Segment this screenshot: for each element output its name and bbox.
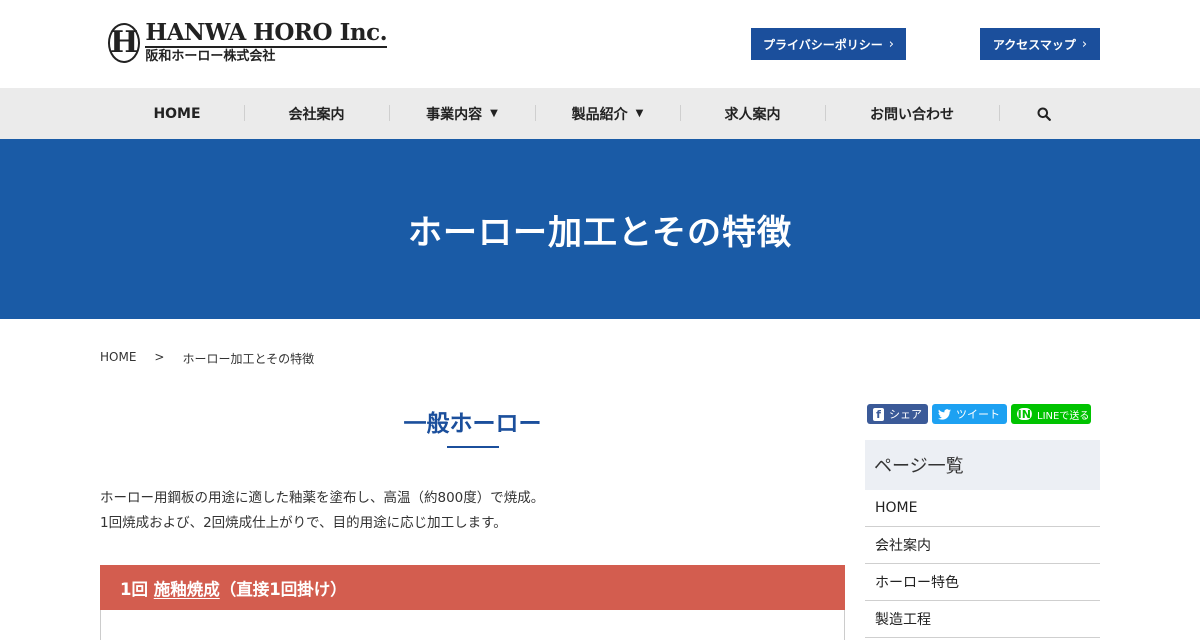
facebook-share-label: シェア (889, 408, 922, 421)
line-icon: LINE (1010, 407, 1039, 421)
chevron-right-icon: › (888, 36, 894, 52)
chevron-right-icon: › (1081, 36, 1088, 52)
logo-english-name: HANWA HORO Inc. (145, 19, 388, 48)
section-header-prefix: 1回 (120, 579, 154, 599)
twitter-bird-icon (938, 408, 951, 420)
site-header: H HANWA HORO Inc. 阪和ホーロー株式会社 プライバシーポリシー … (0, 0, 1200, 88)
nav-item-label: 事業内容 (426, 106, 483, 123)
nav-item-company[interactable]: 会社案内 (244, 88, 389, 139)
nav-item-contact[interactable]: お問い合わせ (825, 88, 999, 139)
line-share-button[interactable]: LINE LINEで送る (1011, 404, 1091, 424)
breadcrumb-home-link[interactable]: HOME (100, 350, 136, 367)
nav-item-label: HOME (153, 105, 201, 122)
breadcrumb: HOME > ホーロー加工とその特徴 (100, 350, 314, 367)
chevron-down-icon: ▼ (490, 108, 498, 119)
twitter-share-label: ツイート (956, 408, 1000, 421)
section-heading: 一般ホーロー (403, 411, 542, 437)
sidebar-item-enamel-features[interactable]: ホーロー特色 (865, 564, 1100, 601)
breadcrumb-separator: > (154, 350, 165, 364)
breadcrumb-current: ホーロー加工とその特徴 (182, 352, 315, 366)
facebook-share-button[interactable]: f シェア (867, 404, 928, 424)
logo-japanese-name: 阪和ホーロー株式会社 (145, 49, 276, 64)
logo-mark: H (108, 23, 141, 63)
search-icon (1037, 107, 1051, 121)
nav-item-products[interactable]: 製品紹介 ▼ (535, 88, 680, 139)
page-hero: ホーロー加工とその特徴 (0, 139, 1200, 319)
section-header-suffix: （直接1回掛け） (219, 579, 347, 599)
nav-item-recruit[interactable]: 求人案内 (680, 88, 825, 139)
sidebar-item-company[interactable]: 会社案内 (865, 527, 1100, 564)
intro-text: ホーロー用鋼板の用途に適した釉薬を塗布し、高温（約800度）で焼成。 1回焼成お… (100, 486, 544, 536)
line-share-label: LINEで送る (1037, 410, 1090, 422)
sidebar-heading: ページ一覧 (865, 440, 1100, 490)
intro-line: 1回焼成および、2回焼成仕上がりで、目的用途に応じ加工します。 (100, 515, 507, 531)
access-map-button[interactable]: アクセスマップ › (980, 28, 1100, 60)
nav-item-label: 求人案内 (724, 106, 781, 123)
logo-text: HANWA HORO Inc. 阪和ホーロー株式会社 (145, 19, 388, 65)
page-title: ホーロー加工とその特徴 (408, 212, 792, 253)
twitter-share-button[interactable]: ツイート (932, 404, 1007, 424)
process-section-header: 1回 施釉焼成 （直接1回掛け） (100, 565, 845, 610)
facebook-icon: f (873, 407, 884, 421)
access-map-label: アクセスマップ (992, 37, 1076, 52)
nav-item-label: 会社案内 (288, 106, 345, 123)
nav-item-home[interactable]: HOME (110, 88, 244, 139)
sidebar-item-home[interactable]: HOME (865, 490, 1100, 527)
site-logo[interactable]: H HANWA HORO Inc. 阪和ホーロー株式会社 (108, 20, 388, 66)
sidebar-item-manufacturing-process[interactable]: 製造工程 (865, 601, 1100, 638)
privacy-policy-button[interactable]: プライバシーポリシー › (751, 28, 906, 60)
global-nav: HOME 会社案内 事業内容 ▼ 製品紹介 ▼ 求人案内 お問い合わせ (0, 88, 1200, 139)
privacy-policy-label: プライバシーポリシー (763, 37, 883, 52)
nav-item-label: 製品紹介 (571, 106, 628, 123)
nav-search-button[interactable] (999, 88, 1089, 139)
chevron-down-icon: ▼ (635, 108, 644, 119)
nav-item-business[interactable]: 事業内容 ▼ (389, 88, 535, 139)
section-header-link[interactable]: 施釉焼成 (154, 576, 220, 600)
nav-item-label: お問い合わせ (870, 106, 954, 123)
process-section-body (100, 610, 845, 640)
intro-line: ホーロー用鋼板の用途に適した釉薬を塗布し、高温（約800度）で焼成。 (100, 490, 545, 506)
heading-underline (447, 446, 499, 448)
